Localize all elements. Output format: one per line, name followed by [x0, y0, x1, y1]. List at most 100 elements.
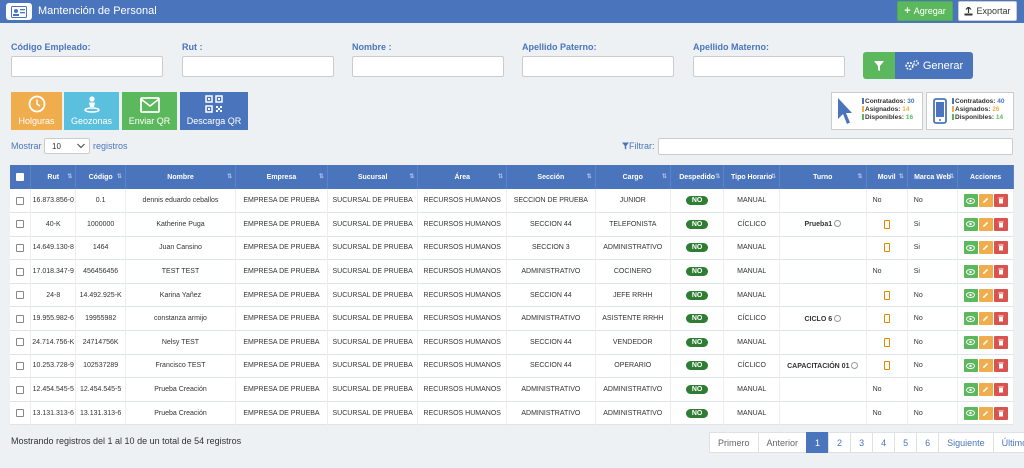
view-button[interactable]	[963, 194, 978, 208]
edit-button[interactable]	[978, 194, 993, 208]
enviar-qr-tile[interactable]: Enviar QR	[122, 92, 177, 130]
page-button-6[interactable]: 6	[916, 432, 940, 453]
prev-page-button[interactable]: Anterior	[757, 432, 808, 453]
page-button-3[interactable]: 3	[850, 432, 874, 453]
col-rut[interactable]: Rut ⇅	[30, 165, 77, 189]
row-checkbox[interactable]	[10, 283, 32, 307]
codigo-input[interactable]	[11, 56, 163, 77]
page-length-value: 10	[52, 142, 61, 151]
page-button-4[interactable]: 4	[872, 432, 896, 453]
page-length-select[interactable]: 10	[44, 138, 90, 154]
table-row[interactable]: 13.131.313-6 13.131.313-6 Prueba Creación E…	[10, 401, 1014, 425]
delete-button[interactable]	[993, 217, 1008, 231]
col-movil[interactable]: Movil ⇅	[866, 165, 908, 189]
export-button[interactable]: Exportar	[958, 1, 1017, 21]
contratados-value: 30	[907, 98, 915, 105]
apellido-materno-input[interactable]	[693, 56, 845, 77]
delete-button[interactable]	[993, 288, 1008, 302]
row-checkbox[interactable]	[10, 236, 32, 260]
delete-button[interactable]	[993, 241, 1008, 255]
page-button-1[interactable]: 1	[806, 432, 830, 453]
col-codigo[interactable]: Código ⇅	[75, 165, 126, 189]
delete-button[interactable]	[993, 312, 1008, 326]
edit-button[interactable]	[978, 217, 993, 231]
apellido-paterno-input[interactable]	[522, 56, 674, 77]
col-area[interactable]: Área ⇅	[417, 165, 508, 189]
cell-tipo-horario: MANUAL	[723, 189, 781, 213]
table-row[interactable]: 16.873.856-0 0.1 dennis eduardo ceballos EM…	[10, 189, 1014, 213]
row-checkbox[interactable]	[10, 189, 32, 213]
col-marca-web[interactable]: Marca Web ⇅	[907, 165, 959, 189]
view-button[interactable]	[963, 406, 978, 420]
view-button[interactable]	[963, 359, 978, 373]
geozonas-tile[interactable]: Geozonas	[64, 92, 119, 130]
edit-button[interactable]	[978, 288, 993, 302]
table-row[interactable]: 19.955.982-6 19955982 constanza armijo EMPR…	[10, 306, 1014, 331]
filter-toggle-button[interactable]	[863, 52, 895, 79]
cell-rut: 19.955.982-6	[30, 306, 77, 331]
col-despedido[interactable]: Despedido ⇅	[670, 165, 725, 189]
view-button[interactable]	[963, 217, 978, 231]
view-button[interactable]	[963, 288, 978, 302]
nombre-input[interactable]	[352, 56, 504, 77]
table-row[interactable]: 24-8 14.492.925-K Karina Yañez EMPRESA DE P…	[10, 283, 1014, 307]
edit-button[interactable]	[978, 406, 993, 420]
row-checkbox[interactable]	[10, 330, 32, 355]
view-button[interactable]	[963, 335, 978, 349]
view-button[interactable]	[963, 312, 978, 326]
table-row[interactable]: 12.454.545-5 12.454.545-5 Prueba Creación E…	[10, 377, 1014, 402]
edit-button[interactable]	[978, 383, 993, 397]
edit-button[interactable]	[978, 241, 993, 255]
page-button-2[interactable]: 2	[828, 432, 852, 453]
col-turno[interactable]: Turno ⇅	[779, 165, 867, 189]
col-nombre[interactable]: Nombre ⇅	[125, 165, 237, 189]
row-checkbox[interactable]	[10, 401, 32, 425]
row-checkbox[interactable]	[10, 377, 32, 402]
edit-button[interactable]	[978, 312, 993, 326]
row-checkbox[interactable]	[10, 259, 32, 284]
delete-button[interactable]	[993, 383, 1008, 397]
col-cargo[interactable]: Cargo ⇅	[595, 165, 671, 189]
last-page-button[interactable]: Último	[992, 432, 1024, 453]
edit-button[interactable]	[978, 265, 993, 279]
first-page-button[interactable]: Primero	[709, 432, 759, 453]
delete-button[interactable]	[993, 194, 1008, 208]
turno-label: CAPACITACIÓN 01	[787, 362, 850, 370]
table-row[interactable]: 17.018.347-9 456456456 TEST TEST EMPRESA DE…	[10, 259, 1014, 284]
col-tipo-horario[interactable]: Tipo Horario ⇅	[723, 165, 781, 189]
col-empresa[interactable]: Empresa ⇅	[235, 165, 328, 189]
cell-rut: 24.714.756-K	[30, 330, 77, 355]
col-sucursal[interactable]: Sucursal ⇅	[327, 165, 419, 189]
cell-area: RECURSOS HUMANOS	[417, 377, 508, 402]
add-button[interactable]: + Agregar	[897, 1, 953, 21]
length-suffix: registros	[93, 141, 128, 151]
table-row[interactable]: 14.649.130-8 1464 Juan Cansino EMPRESA DE P…	[10, 236, 1014, 260]
edit-button[interactable]	[978, 359, 993, 373]
table-info: Mostrando registros del 1 al 10 de un to…	[11, 436, 242, 446]
row-checkbox[interactable]	[10, 212, 32, 237]
delete-button[interactable]	[993, 265, 1008, 279]
descarga-qr-tile[interactable]: Descarga QR	[180, 92, 248, 130]
view-button[interactable]	[963, 265, 978, 279]
disponibles-value: 14	[995, 114, 1004, 121]
col-seccion[interactable]: Sección ⇅	[506, 165, 596, 189]
view-button[interactable]	[963, 383, 978, 397]
next-page-button[interactable]: Siguiente	[938, 432, 994, 453]
delete-button[interactable]	[993, 406, 1008, 420]
select-all-checkbox[interactable]	[10, 165, 32, 189]
edit-button[interactable]	[978, 335, 993, 349]
table-row[interactable]: 40-K 1000000 Katherine Puga EMPRESA DE PRUE…	[10, 212, 1014, 237]
delete-button[interactable]	[993, 335, 1008, 349]
rut-input[interactable]	[182, 56, 334, 77]
generar-button[interactable]: Generar	[895, 52, 973, 79]
row-checkbox[interactable]	[10, 354, 32, 378]
table-row[interactable]: 24.714.756-K 24714756K Nelsy TEST EMPRESA D…	[10, 330, 1014, 355]
view-button[interactable]	[963, 241, 978, 255]
search-input[interactable]	[658, 138, 1013, 155]
delete-button[interactable]	[993, 359, 1008, 373]
holguras-tile[interactable]: Holguras	[11, 92, 62, 130]
page-button-5[interactable]: 5	[894, 432, 918, 453]
table-row[interactable]: 10.253.728-9 102537289 Francisco TEST EMPRE…	[10, 354, 1014, 378]
row-checkbox[interactable]	[10, 306, 32, 331]
cell-nombre: Juan Cansino	[125, 236, 237, 260]
